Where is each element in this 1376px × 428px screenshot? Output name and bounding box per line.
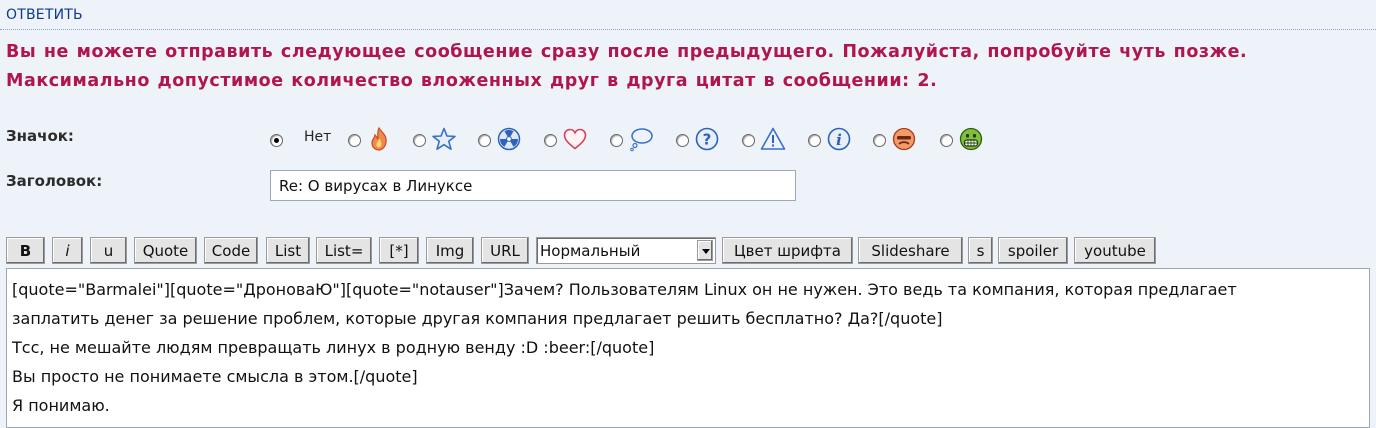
icon-field-label: Значок: (6, 127, 74, 145)
url-button[interactable]: URL (481, 237, 529, 264)
icon-radio-angry-face[interactable] (873, 134, 886, 147)
svg-text:?: ? (703, 131, 712, 149)
list-item-button[interactable]: [*] (379, 237, 419, 264)
message-line: Тсс, не мешайте людям превращать линух в… (12, 338, 655, 357)
message-line: [quote="Barmalei"][quote="ДроноваЮ"][quo… (12, 280, 1237, 299)
icon-radio-heart[interactable] (544, 134, 557, 147)
warning-icon (760, 127, 786, 150)
icon-none-label: Нет (304, 129, 332, 145)
star-icon (432, 127, 456, 150)
info-icon: i (827, 127, 851, 151)
font-color-button[interactable]: Цвет шрифта (722, 237, 853, 264)
angry-face-icon (892, 127, 916, 151)
bold-button[interactable]: B (6, 237, 45, 264)
icon-radio-none[interactable] (270, 134, 283, 147)
quote-button[interactable]: Quote (134, 237, 197, 264)
reply-link[interactable]: ОТВЕТИТЬ (6, 7, 83, 23)
title-input[interactable] (270, 170, 796, 201)
slideshare-button[interactable]: Slideshare (858, 237, 963, 264)
icon-radio-warning[interactable] (742, 134, 755, 147)
italic-button[interactable]: i (52, 237, 83, 264)
icon-radio-radioactive[interactable] (478, 134, 491, 147)
message-line: Я понимаю. (12, 396, 110, 415)
youtube-button[interactable]: youtube (1074, 237, 1156, 264)
error-message-flood: Вы не можете отправить следующее сообщен… (6, 42, 1248, 62)
icon-radio-info[interactable] (808, 134, 821, 147)
list-button[interactable]: List (266, 237, 310, 264)
error-message-quotes: Максимально допустимое количество вложен… (6, 71, 938, 91)
code-button[interactable]: Code (204, 237, 258, 264)
header-divider (0, 29, 1376, 30)
strike-button[interactable]: s (968, 237, 993, 264)
ordered-list-button[interactable]: List= (316, 237, 372, 264)
message-line: заплатить денег за решение проблем, кото… (12, 309, 943, 328)
message-textarea[interactable]: [quote="Barmalei"][quote="ДроноваЮ"][quo… (6, 268, 1370, 428)
spoiler-button[interactable]: spoiler (998, 237, 1068, 264)
svg-text:i: i (836, 131, 842, 149)
message-line: Вы просто не понимаете смысла в этом.[/q… (12, 367, 418, 386)
icon-radio-fire[interactable] (348, 134, 361, 147)
font-size-value: Нормальный (540, 242, 641, 260)
img-button[interactable]: Img (426, 237, 474, 264)
underline-button[interactable]: u (90, 237, 127, 264)
fire-icon (371, 126, 387, 151)
icon-radio-grin-face[interactable] (940, 134, 953, 147)
icon-radio-question[interactable] (676, 134, 689, 147)
speech-bubble-icon (630, 128, 653, 152)
title-field-label: Заголовок: (6, 172, 103, 190)
chevron-down-icon[interactable] (697, 240, 713, 261)
radioactive-icon (497, 127, 521, 151)
icon-radio-speech-bubble[interactable] (610, 134, 623, 147)
heart-icon (563, 128, 587, 150)
font-size-select[interactable]: Нормальный (536, 237, 716, 264)
icon-radio-star[interactable] (413, 134, 426, 147)
question-icon: ? (695, 127, 719, 151)
grin-face-icon (959, 127, 983, 151)
